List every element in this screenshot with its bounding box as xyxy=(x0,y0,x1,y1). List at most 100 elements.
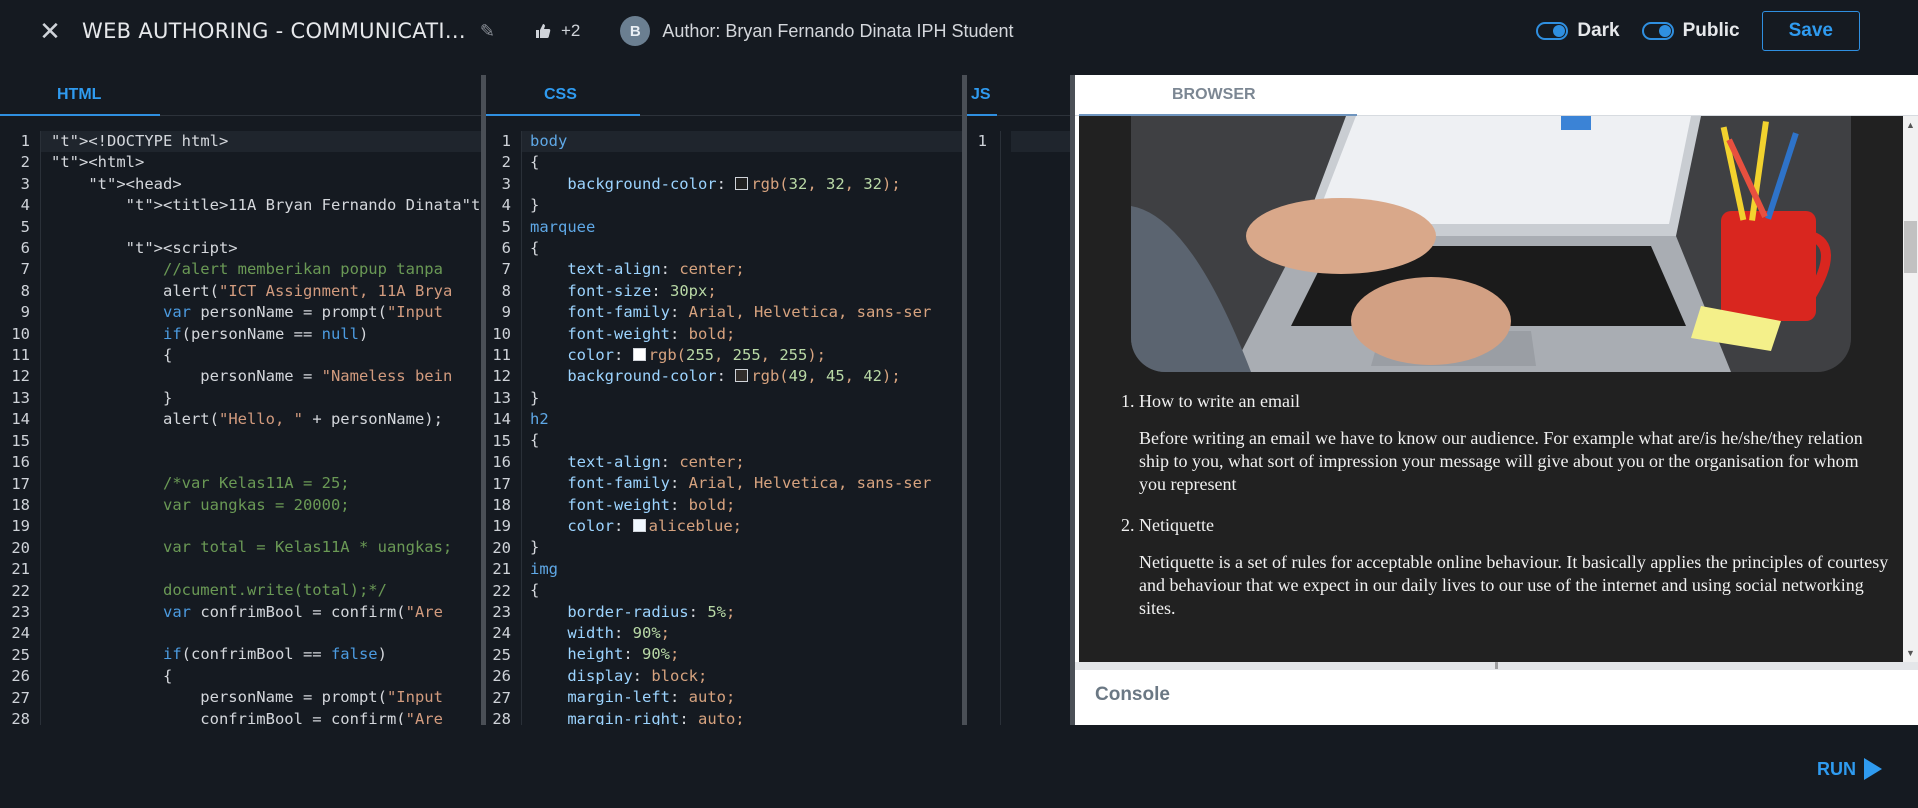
js-code-area[interactable]: 1 xyxy=(967,131,1070,725)
code-line[interactable]: margin-right: auto; xyxy=(530,709,931,725)
line-number: 12 xyxy=(492,367,511,386)
tab-html[interactable]: HTML xyxy=(57,75,101,115)
code-line[interactable]: font-size: 30px; xyxy=(530,281,931,302)
preview-scrollbar[interactable]: ▲ ▼ xyxy=(1903,116,1918,662)
code-line[interactable]: font-family: Arial, Helvetica, sans-ser xyxy=(530,302,931,323)
code-line[interactable]: personName = "Nameless bein xyxy=(51,366,481,387)
code-line[interactable]: alert("ICT Assignment, 11A Brya xyxy=(51,281,481,302)
line-number: 23 xyxy=(11,602,30,621)
code-line[interactable]: personName = prompt("Input xyxy=(51,687,481,708)
code-line[interactable] xyxy=(51,217,481,238)
css-code-area[interactable]: 1 2 3 4 5 6 7 8 9 10 11 12 13 14 15 16 17 18 19 20 21 22 23 24 2… xyxy=(486,131,962,725)
code-line[interactable]: display: block; xyxy=(530,666,931,687)
code-line[interactable]: //alert memberikan popup tanpa xyxy=(51,259,481,280)
html-tab-underline xyxy=(0,114,160,116)
code-line[interactable]: background-color: rgb(49, 45, 42); xyxy=(530,366,931,387)
code-line[interactable]: img xyxy=(530,559,931,580)
code-line[interactable]: border-radius: 5%; xyxy=(530,602,931,623)
code-line[interactable]: confrimBool = confirm("Are xyxy=(51,709,481,725)
code-line[interactable]: height: 90%; xyxy=(530,644,931,665)
code-line[interactable] xyxy=(51,452,481,473)
code-line[interactable]: } xyxy=(530,537,931,558)
code-line[interactable]: color: aliceblue; xyxy=(530,516,931,537)
code-line[interactable]: font-family: Arial, Helvetica, sans-ser xyxy=(530,473,931,494)
run-button[interactable]: RUN xyxy=(1817,758,1882,780)
public-toggle[interactable]: Public xyxy=(1641,20,1740,42)
public-switch-icon[interactable] xyxy=(1641,22,1674,40)
code-line[interactable] xyxy=(51,623,481,644)
code-line[interactable]: if(personName == null) xyxy=(51,324,481,345)
css-editor-pane: CSS 1 2 3 4 5 6 7 8 9 10 11 12 13 14 15 16 17 18 19 20 21 22 2… xyxy=(486,75,962,725)
code-line[interactable]: background-color: rgb(32, 32, 32); xyxy=(530,174,931,195)
close-icon[interactable]: ✕ xyxy=(30,11,70,51)
code-line[interactable]: { xyxy=(530,152,931,173)
line-number: 17 xyxy=(492,474,511,493)
console-panel[interactable]: Console xyxy=(1075,670,1918,725)
code-line[interactable]: text-align: center; xyxy=(530,452,931,473)
code-line[interactable]: if(confrimBool == false) xyxy=(51,644,481,665)
code-line[interactable]: font-weight: bold; xyxy=(530,324,931,345)
code-line[interactable] xyxy=(51,430,481,451)
dark-switch-icon[interactable] xyxy=(1536,22,1569,40)
active-line-highlight xyxy=(1011,131,1070,153)
edit-title-icon[interactable]: ✎ xyxy=(480,21,495,42)
scroll-down-icon[interactable]: ▼ xyxy=(1906,648,1915,658)
code-line[interactable]: { xyxy=(530,580,931,601)
code-line[interactable]: width: 90%; xyxy=(530,623,931,644)
scrollbar-thumb[interactable] xyxy=(1904,221,1917,273)
code-line[interactable]: font-weight: bold; xyxy=(530,495,931,516)
code-line[interactable]: } xyxy=(530,388,931,409)
code-line[interactable]: "t"><!DOCTYPE html> xyxy=(51,131,481,152)
code-line[interactable]: } xyxy=(530,195,931,216)
code-line[interactable]: /*var Kelas11A = 25; xyxy=(51,473,481,494)
code-line[interactable]: "t"><title>11A Bryan Fernando Dinata"t">… xyxy=(51,195,481,216)
line-number: 20 xyxy=(11,538,30,557)
tab-js[interactable]: JS xyxy=(971,75,991,115)
code-line[interactable]: color: rgb(255, 255, 255); xyxy=(530,345,931,366)
browser-preview[interactable]: How to write an email Before writing an … xyxy=(1079,116,1903,662)
css-code-lines[interactable]: body{ background-color: rgb(32, 32, 32);… xyxy=(530,131,931,725)
css-tab-underline xyxy=(486,114,640,116)
save-button[interactable]: Save xyxy=(1761,11,1860,51)
line-number: 24 xyxy=(11,624,30,643)
line-number: 15 xyxy=(492,431,511,450)
avatar[interactable]: B xyxy=(620,16,651,46)
dark-toggle[interactable]: Dark xyxy=(1536,20,1620,42)
code-line[interactable] xyxy=(51,559,481,580)
code-line[interactable]: "t"><head> xyxy=(51,174,481,195)
html-code-lines[interactable]: "t"><!DOCTYPE html> "t"><html> "t"><head>… xyxy=(51,131,481,725)
code-line[interactable]: var confrimBool = confirm("Are xyxy=(51,602,481,623)
code-line[interactable]: } xyxy=(51,388,481,409)
code-line[interactable]: { xyxy=(530,430,931,451)
code-line[interactable]: var personName = prompt("Input xyxy=(51,302,481,323)
line-number: 10 xyxy=(11,324,30,343)
code-line[interactable]: h2 xyxy=(530,409,931,430)
code-line[interactable]: body xyxy=(530,131,931,152)
code-line[interactable]: text-align: center; xyxy=(530,259,931,280)
code-line[interactable]: var total = Kelas11A * uangkas; xyxy=(51,537,481,558)
html-code-area[interactable]: 1 2 3 4 5 6 7 8 9 10 11 12 13 14 15 16 17 18 19 20 21 22 23 24 2… xyxy=(0,131,481,725)
code-line[interactable]: margin-left: auto; xyxy=(530,687,931,708)
code-line[interactable]: marquee xyxy=(530,217,931,238)
code-line[interactable]: { xyxy=(530,238,931,259)
line-number: 7 xyxy=(20,260,30,279)
console-splitter-handle[interactable]: ⦀ xyxy=(1075,662,1918,671)
scroll-up-icon[interactable]: ▲ xyxy=(1906,120,1915,130)
laptop-image-icon xyxy=(1131,116,1851,372)
code-line[interactable]: { xyxy=(51,666,481,687)
line-number: 16 xyxy=(11,453,30,472)
line-number: 26 xyxy=(492,667,511,686)
code-line[interactable]: "t"><script> xyxy=(51,238,481,259)
tab-browser[interactable]: BROWSER xyxy=(1172,75,1256,115)
code-line[interactable]: "t"><html> xyxy=(51,152,481,173)
code-line[interactable] xyxy=(51,516,481,537)
project-title: WEB AUTHORING - COMMUNICATI... xyxy=(82,19,466,43)
line-number: 16 xyxy=(492,453,511,472)
code-line[interactable]: alert("Hello, " + personName); xyxy=(51,409,481,430)
thumbs-up-icon xyxy=(535,24,551,38)
like-button[interactable]: +2 xyxy=(535,21,580,41)
code-line[interactable]: { xyxy=(51,345,481,366)
tab-css[interactable]: CSS xyxy=(544,75,577,115)
code-line[interactable]: document.write(total);*/ xyxy=(51,580,481,601)
code-line[interactable]: var uangkas = 20000; xyxy=(51,495,481,516)
